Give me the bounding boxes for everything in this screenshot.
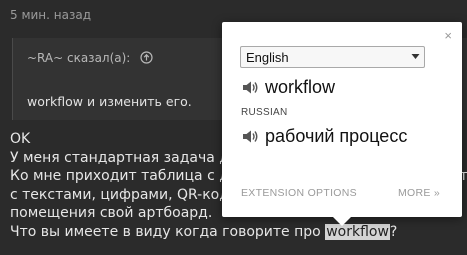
speaker-icon[interactable]: [242, 129, 259, 144]
language-select[interactable]: English: [240, 46, 425, 68]
close-icon[interactable]: ×: [444, 29, 452, 42]
chevron-down-icon: [411, 54, 420, 59]
popup-arrow: [333, 217, 351, 226]
translation-word: рабочий процесс: [265, 126, 408, 146]
post-line-text: Ко мне приходит таблица с да: [10, 168, 238, 184]
source-word-row: workflow: [242, 77, 335, 98]
language-select-value: English: [246, 50, 289, 65]
more-link[interactable]: MORE »: [398, 187, 440, 199]
post-timestamp: 5 мин. назад: [10, 8, 92, 22]
post-line-text: ?: [389, 223, 398, 240]
target-language-label: RUSSIAN: [241, 107, 288, 118]
source-word: workflow: [265, 77, 336, 97]
quote-text: workflow и изменить его.: [27, 94, 192, 109]
post-line-text: Что вы имеете в виду когда говорите про: [10, 223, 326, 240]
translation-popup: × English workflow RUSSIAN рабочий проце…: [222, 22, 462, 226]
quote-author: ~RA~ сказал(а):: [27, 51, 153, 65]
extension-options-link[interactable]: EXTENSION OPTIONS: [241, 187, 357, 199]
jump-to-post-icon[interactable]: [140, 51, 153, 64]
quote-author-label: ~RA~ сказал(а):: [27, 51, 131, 65]
speaker-icon[interactable]: [242, 80, 259, 95]
translation-row: рабочий процесс: [242, 126, 407, 147]
